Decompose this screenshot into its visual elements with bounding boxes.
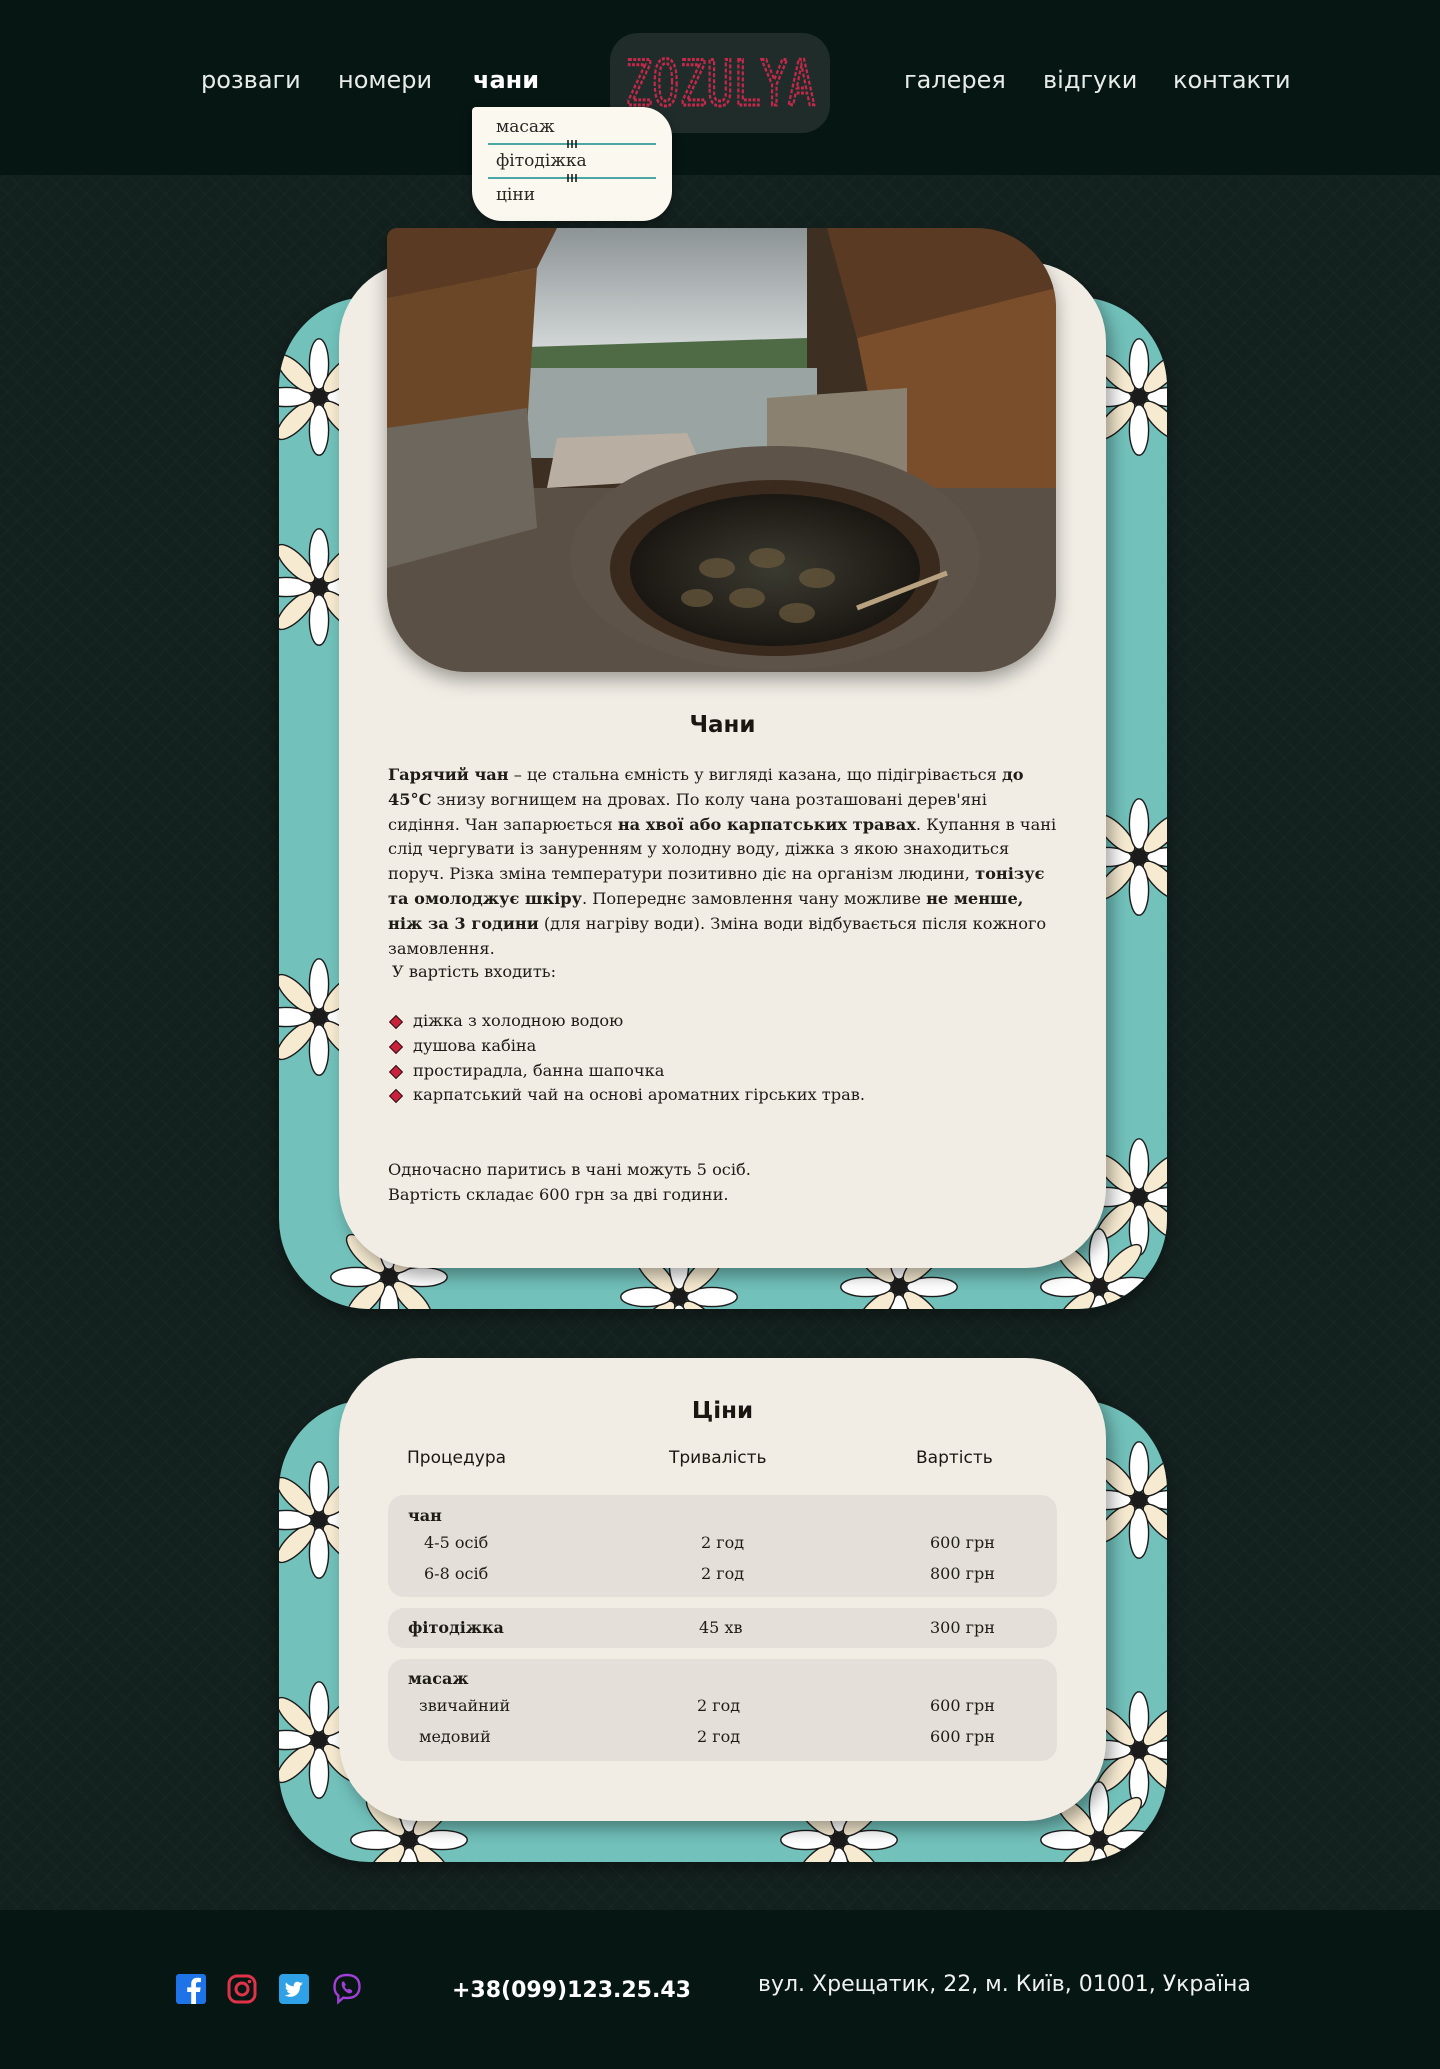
nav-vidhuky[interactable]: відгуки: [1043, 66, 1137, 94]
col-header-procedure: Процедура: [407, 1448, 507, 1468]
dropdown-divider: [488, 140, 656, 148]
chany-title: Чани: [689, 712, 756, 738]
footer-address: вул. Хрещатик, 22, м. Київ, 01001, Украї…: [758, 1972, 1251, 1997]
instagram-icon[interactable]: [226, 1973, 258, 2005]
dropdown-item-fitodizhka[interactable]: фітодіжка: [496, 151, 587, 171]
table-cell: 2 год: [697, 1727, 741, 1746]
dropdown-item-masazh[interactable]: масаж: [496, 117, 555, 137]
includes-item: простирадла, банна шапочка: [413, 1061, 665, 1080]
table-cell: звичайний: [419, 1696, 511, 1715]
capacity-note: Одночасно паритись в чані можуть 5 осіб.: [388, 1160, 751, 1179]
table-cell: 300 грн: [930, 1618, 995, 1637]
table-cell: 6-8 осіб: [424, 1564, 489, 1583]
nav-galereya[interactable]: галерея: [904, 66, 1006, 94]
price-note: Вартість складає 600 грн за дві години.: [388, 1185, 729, 1204]
nav-kontakty[interactable]: контакти: [1173, 66, 1291, 94]
description-text: . Попереднє замовлення чану можливе: [581, 888, 927, 908]
col-header-duration: Тривалість: [669, 1448, 767, 1468]
chan-photo-illustration: [387, 228, 1056, 672]
group-name-chan: чан: [408, 1506, 442, 1525]
table-cell: 2 год: [701, 1564, 745, 1583]
dropdown-item-tsiny[interactable]: ціни: [496, 185, 535, 205]
table-cell: 2 год: [697, 1696, 741, 1715]
nav-nomery[interactable]: номери: [338, 66, 432, 94]
prices-title: Ціни: [691, 1398, 754, 1424]
nav-dropdown-chany: масаж фітодіжка ціни: [472, 107, 672, 221]
table-cell: 2 год: [701, 1533, 745, 1552]
group-name-fito: фітодіжка: [408, 1618, 504, 1637]
nav-chany[interactable]: чани: [473, 66, 539, 94]
table-cell: 45 хв: [699, 1618, 743, 1637]
twitter-icon[interactable]: [278, 1973, 310, 2005]
includes-item: діжка з холодною водою: [413, 1011, 624, 1030]
table-cell: 600 грн: [930, 1727, 995, 1746]
description-text: – це стальна ємність у вигляді казана, щ…: [508, 765, 1003, 784]
includes-item: душова кабіна: [413, 1036, 537, 1055]
nav-rozvahy[interactable]: розваги: [201, 66, 301, 94]
includes-title: У вартість входить:: [392, 962, 557, 981]
footer-phone[interactable]: +38(099)123.25.43: [452, 1978, 691, 2003]
dropdown-divider: [488, 174, 656, 182]
col-header-price: Вартість: [916, 1448, 993, 1468]
table-cell: 600 грн: [930, 1533, 995, 1552]
group-name-masazh: масаж: [408, 1669, 469, 1688]
viber-icon[interactable]: [331, 1973, 363, 2005]
table-cell: 600 грн: [930, 1696, 995, 1715]
description-emphasis: на хвої або карпатських травах: [617, 814, 916, 834]
chany-description: Гарячий чан – це стальна ємність у вигля…: [388, 763, 1060, 961]
table-cell: 800 грн: [930, 1564, 995, 1583]
includes-item: карпатський чай на основі ароматних гірс…: [413, 1085, 866, 1104]
description-emphasis: Гарячий чан: [388, 765, 509, 784]
facebook-icon[interactable]: [175, 1973, 207, 2005]
chan-photo: [387, 228, 1056, 672]
table-cell: 4-5 осіб: [424, 1533, 489, 1552]
table-cell: медовий: [419, 1727, 491, 1746]
